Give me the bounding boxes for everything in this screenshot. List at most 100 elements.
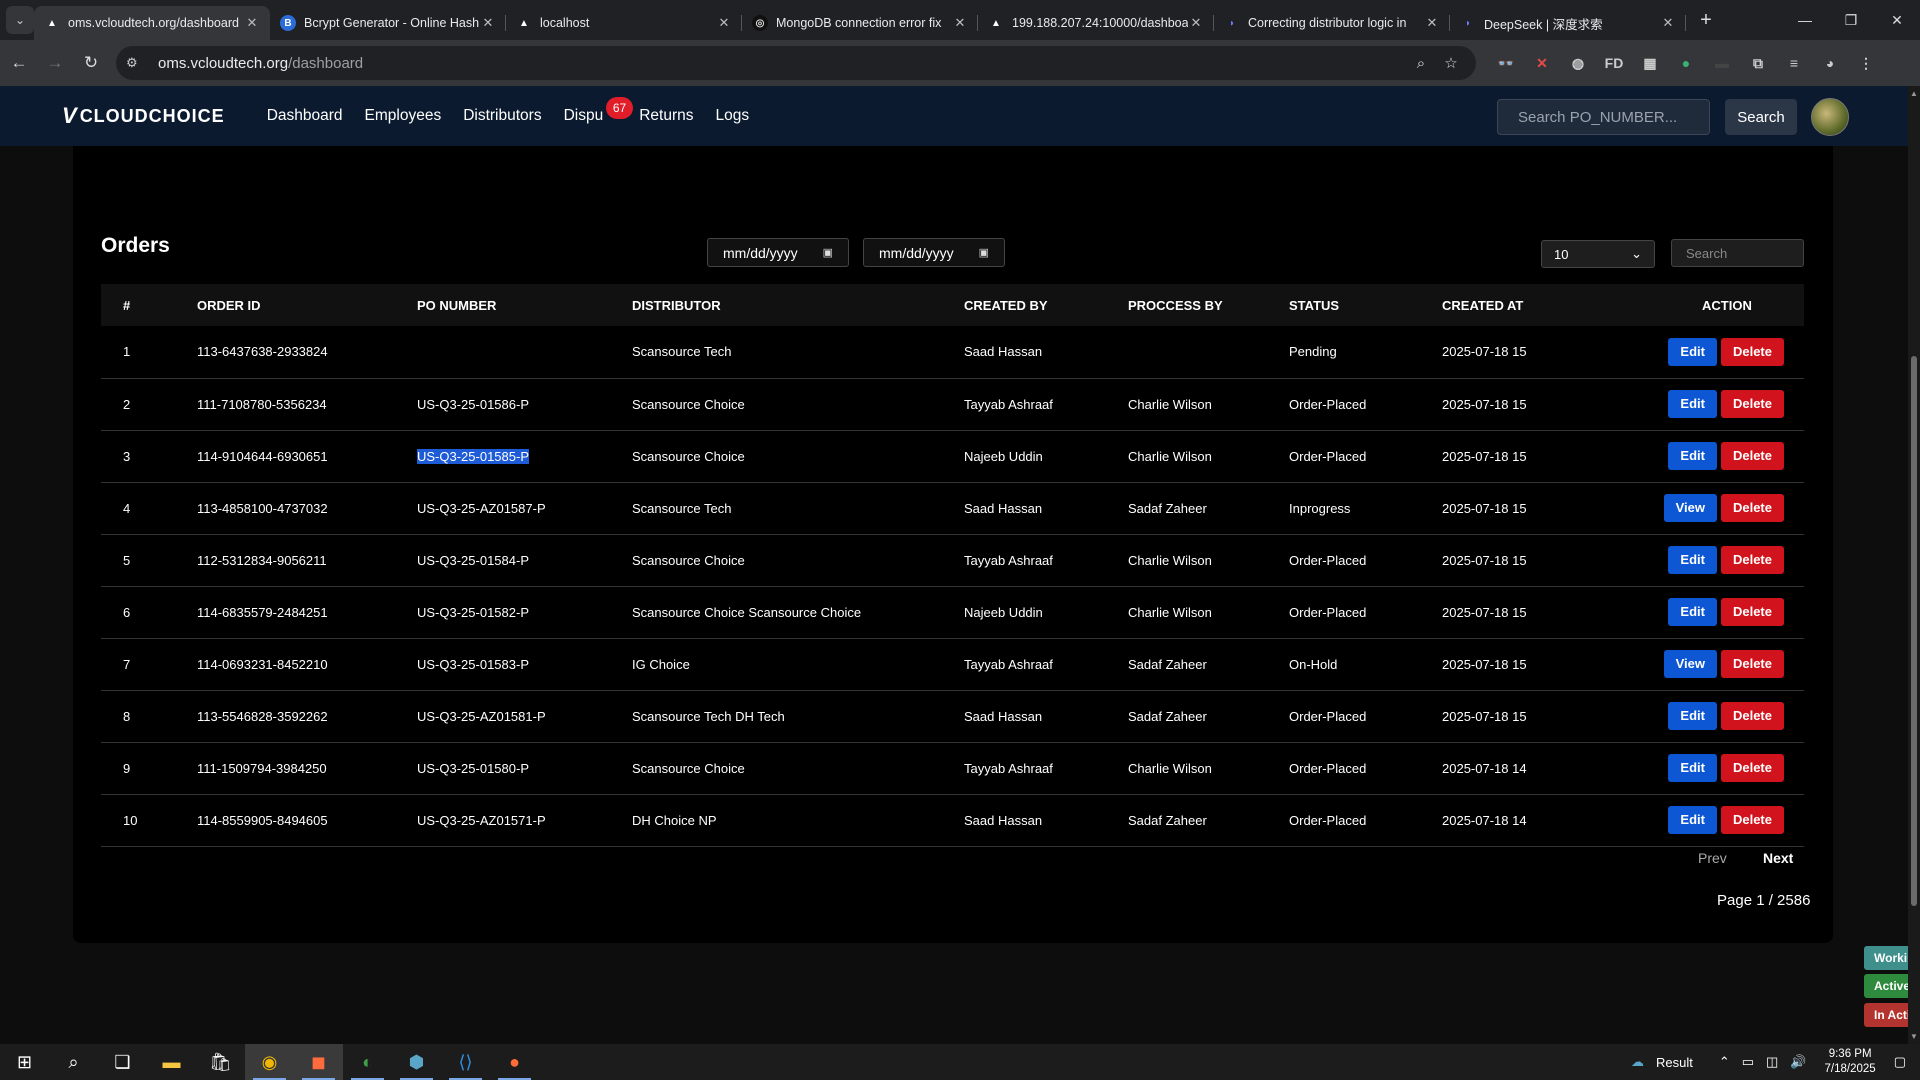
windows-start-icon[interactable]: ⊞ [0,1044,49,1080]
delete-button[interactable]: Delete [1720,754,1784,782]
prev-page-button[interactable]: Prev [1698,850,1727,866]
search-icon[interactable]: ⌕ [49,1044,98,1080]
cell-status: Order-Placed [1289,794,1442,846]
browser-tab[interactable]: B Bcrypt Generator - Online Hash ✕ [270,6,506,40]
store-icon[interactable]: 🛍 [196,1044,245,1080]
volume-icon[interactable]: 🔊 [1790,1054,1806,1070]
vscode-icon[interactable]: ⟨⟩ [441,1044,490,1080]
next-page-button[interactable]: Next [1763,850,1793,866]
delete-button[interactable]: Delete [1720,806,1784,834]
restore-icon[interactable]: ❐ [1828,0,1874,40]
close-tab-icon[interactable]: ✕ [716,15,732,31]
notifications-icon[interactable]: ▢ [1894,1054,1906,1070]
nav-dashboard[interactable]: Dashboard [267,107,343,125]
cloudchoice-logo[interactable]: V CLOUDCHOICE [62,103,225,129]
weather-icon[interactable]: ☁ [1631,1054,1644,1070]
close-tab-icon[interactable]: ✕ [952,15,968,31]
weather-label[interactable]: Result [1656,1055,1693,1070]
browser-tab[interactable]: ◗ Correcting distributor logic in ✕ [1214,6,1450,40]
close-tab-icon[interactable]: ✕ [1660,15,1676,31]
file-explorer-icon[interactable]: ▬ [147,1044,196,1080]
browser-tab[interactable]: ▲ localhost ✕ [506,6,742,40]
scrollbar-thumb[interactable] [1911,356,1917,906]
scroll-up-icon[interactable]: ▲ [1910,89,1918,98]
delete-button[interactable]: Delete [1720,442,1784,470]
delete-button[interactable]: Delete [1720,650,1784,678]
extension-green-icon[interactable]: ● [1668,48,1704,78]
edit-button[interactable]: Edit [1668,546,1717,574]
nav-logs[interactable]: Logs [716,107,750,125]
profile-avatar-icon[interactable]: ◕ [1812,48,1848,78]
clock[interactable]: 9:36 PM 7/18/2025 [1825,1047,1876,1077]
close-window-icon[interactable]: ✕ [1874,0,1920,40]
po-search-button[interactable]: Search [1725,99,1797,135]
extensions-puzzle-icon[interactable]: ⧉ [1740,48,1776,78]
new-tab-button[interactable]: + [1692,6,1720,34]
date-to-input[interactable]: mm/dd/yyyy ▣ [863,238,1005,267]
orders-table: # ORDER ID PO NUMBER DISTRIBUTOR CREATED… [101,284,1804,847]
site-info-icon[interactable]: ⚙ [126,55,148,71]
app-blue-icon[interactable]: ⬢ [392,1044,441,1080]
extension-dark-icon[interactable]: ▬ [1704,48,1740,78]
browser-menu-icon[interactable]: ⋮ [1848,48,1884,78]
close-tab-icon[interactable]: ✕ [1424,15,1440,31]
table-search-input[interactable]: Search [1671,239,1804,267]
user-avatar[interactable] [1811,98,1849,136]
view-button[interactable]: View [1663,494,1717,522]
reload-icon[interactable]: ↻ [74,46,108,80]
zoom-app-icon[interactable]: ◼ [294,1044,343,1080]
nav-disputes[interactable]: Dispu 67 [564,97,634,125]
edit-button[interactable]: Edit [1668,337,1717,366]
delete-button[interactable]: Delete [1720,702,1784,730]
close-tab-icon[interactable]: ✕ [244,15,260,31]
media-control-icon[interactable]: ≡ [1776,48,1812,78]
edit-button[interactable]: Edit [1668,754,1717,782]
page-scrollbar[interactable]: ▲ ▼ [1908,86,1920,1044]
delete-button[interactable]: Delete [1720,494,1784,522]
browser-tab[interactable]: ◗ DeepSeek | 深度求索 ✕ [1450,6,1686,40]
scroll-down-icon[interactable]: ▼ [1910,1032,1918,1041]
delete-button[interactable]: Delete [1720,390,1784,418]
edit-button[interactable]: Edit [1668,806,1717,834]
extension-image-icon[interactable]: ▦ [1632,48,1668,78]
nav-employees[interactable]: Employees [365,107,442,125]
per-page-select[interactable]: 10 ⌄ [1541,240,1655,268]
browser-tab[interactable]: ▲ oms.vcloudtech.org/dashboard ✕ [34,6,270,40]
forward-icon[interactable]: → [38,46,72,80]
close-tab-icon[interactable]: ✕ [480,15,496,31]
tray-chevron-icon[interactable]: ⌃ [1719,1054,1730,1070]
mongodb-compass-icon[interactable]: ◐ [343,1044,392,1080]
back-icon[interactable]: ← [2,46,36,80]
edit-button[interactable]: Edit [1668,442,1717,470]
close-tab-icon[interactable]: ✕ [1188,15,1204,31]
edit-button[interactable]: Edit [1668,702,1717,730]
tab-search-button[interactable]: ⌄ [6,6,34,34]
extension-globe-icon[interactable]: ◍ [1560,48,1596,78]
minimize-icon[interactable]: — [1782,0,1828,40]
calendar-icon[interactable]: ▣ [979,246,989,259]
chrome-icon[interactable]: ◉ [245,1044,294,1080]
battery-icon[interactable]: ▭ [1742,1054,1754,1070]
extension-close-icon[interactable]: ✕ [1524,48,1560,78]
network-icon[interactable]: ◫ [1766,1054,1778,1070]
delete-button[interactable]: Delete [1720,337,1784,366]
extension-glasses-icon[interactable]: 👓 [1488,48,1524,78]
browser-tab[interactable]: ◎ MongoDB connection error fix ✕ [742,6,978,40]
calendar-icon[interactable]: ▣ [823,246,833,259]
bookmark-star-icon[interactable]: ☆ [1436,54,1466,72]
view-button[interactable]: View [1663,650,1717,678]
postman-icon[interactable]: ● [490,1044,539,1080]
delete-button[interactable]: Delete [1720,546,1784,574]
delete-button[interactable]: Delete [1720,598,1784,626]
po-search-input[interactable]: Search PO_NUMBER... [1497,99,1710,135]
edit-button[interactable]: Edit [1668,598,1717,626]
zoom-icon[interactable]: ⌕ [1406,55,1436,72]
extension-fd-icon[interactable]: FD [1596,48,1632,78]
edit-button[interactable]: Edit [1668,390,1717,418]
address-bar[interactable]: ⚙ oms.vcloudtech.org/dashboard ⌕ ☆ [116,46,1476,80]
date-from-input[interactable]: mm/dd/yyyy ▣ [707,238,849,267]
nav-distributors[interactable]: Distributors [463,107,541,125]
task-view-icon[interactable]: ❏ [98,1044,147,1080]
nav-returns[interactable]: Returns [639,107,693,125]
browser-tab[interactable]: ▲ 199.188.207.24:10000/dashboard ✕ [978,6,1214,40]
